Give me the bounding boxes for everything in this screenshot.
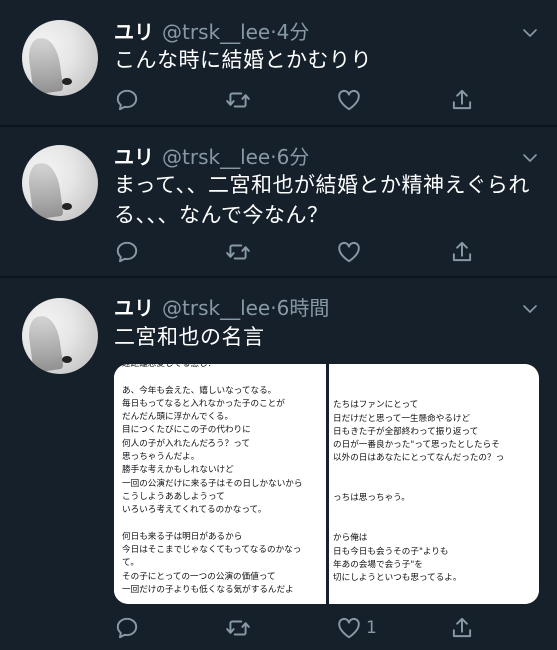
media-left-pane[interactable]: 遠距離恋愛してる感じ？​あ、今年も会えた、嬉しいなってなる。毎日もってなると入れ… <box>114 364 326 598</box>
tweet-header: ユリ @trsk__lee · 6時間 <box>114 292 329 322</box>
media-text-line: から俺は <box>333 533 368 544</box>
tweet-1[interactable]: ユリ @trsk__lee · 4分 こんな時に結婚とかむりり <box>0 0 557 125</box>
reply-icon <box>116 241 138 263</box>
tweet-text-line: こんな時に結婚とかむりり <box>114 48 372 72</box>
tweet-media-image[interactable]: 遠距離恋愛してる感じ？​あ、今年も会えた、嬉しいなってなる。毎日もってなると入れ… <box>114 364 539 604</box>
retweet-button[interactable] <box>225 86 251 114</box>
media-text-line: 勝手な考えかもしれないけど <box>122 465 234 476</box>
tweet-text-line: 二宮和也の名言 <box>114 325 265 349</box>
reply-button[interactable] <box>114 86 140 114</box>
retweet-icon <box>226 244 250 260</box>
media-text-line: 思っちゃうんだよ。 <box>122 452 200 463</box>
media-text-line: 日だけだと思って一生懸命やるけど <box>333 413 471 424</box>
media-text-line: だんだん頭に浮かんでくる。 <box>122 412 234 423</box>
like-button[interactable]: 1 <box>336 614 377 642</box>
media-text-line: ​ <box>122 518 326 531</box>
media-text-line: こうしようああしようって <box>122 491 225 502</box>
media-text-line: ​ <box>333 506 539 519</box>
heart-icon <box>338 617 360 639</box>
reply-button[interactable] <box>114 238 140 266</box>
timestamp[interactable]: 6時間 <box>277 292 330 321</box>
display-name[interactable]: ユリ <box>114 16 154 45</box>
heart-icon <box>338 241 360 263</box>
reply-icon <box>116 89 138 111</box>
display-name[interactable]: ユリ <box>114 141 154 170</box>
media-text-line: 今日はそこまでじゃなくてもってなるのかなっ <box>122 545 302 556</box>
timestamp[interactable]: 6分 <box>277 141 310 170</box>
share-button[interactable] <box>449 614 475 642</box>
reply-button[interactable] <box>114 614 140 642</box>
media-text-line: ​ <box>122 371 326 384</box>
media-text-line: の日が一番良かった"って思ったとしたらそ <box>333 440 500 451</box>
heart-icon <box>338 89 360 111</box>
media-text-line: 年あの会場で会う子"を <box>333 559 423 570</box>
media-text-line: ​ <box>333 585 539 598</box>
avatar[interactable] <box>22 20 98 96</box>
media-text-line: 目につくたびにこの子の代わりに <box>122 425 251 436</box>
share-icon <box>452 617 472 638</box>
media-text-line: いろいろ考えてくれてるのかなって。 <box>122 505 267 516</box>
media-text-line: 毎日もってなると入れなかった子のことが <box>122 398 285 409</box>
media-text-line: ​ <box>333 386 539 399</box>
tweet-text: 二宮和也の名言 <box>114 322 544 352</box>
tweet-actions: 1 <box>114 614 534 642</box>
like-button[interactable] <box>336 238 366 266</box>
media-text-line: 一回だけの子よりも低くなる気がするんだよ <box>122 585 294 596</box>
retweet-icon <box>226 620 250 636</box>
media-text-line: 遠距離恋愛してる感じ？ <box>122 364 217 369</box>
tweet-text: まって、、二宮和也が結婚とか精神えぐられ る、、、なんで今なん？ <box>114 170 544 230</box>
share-icon <box>452 89 472 110</box>
media-text-line: 一回の公演だけに来る子はその日しかないから <box>122 478 303 489</box>
media-text-line: 何日も来る子は明日があるから <box>122 531 243 542</box>
like-count: 1 <box>366 618 377 638</box>
tweet-actions <box>114 238 534 266</box>
avatar[interactable] <box>22 298 98 374</box>
media-text-line: 切にしようといつも思ってるよ。 <box>333 573 462 584</box>
display-name[interactable]: ユリ <box>114 292 154 321</box>
media-text-line: っちは思っちゃう。 <box>333 493 410 504</box>
tweet-text-line: まって、、二宮和也が結婚とか精神えぐられ <box>114 173 530 197</box>
like-button[interactable] <box>336 86 366 114</box>
user-handle[interactable]: @trsk__lee <box>162 145 270 169</box>
media-text-line: その子にとっての一つの公演の価値って <box>122 571 276 582</box>
media-text-line: 以外の日はあなたにとってなんだったの？っ <box>333 453 505 464</box>
media-right-pane[interactable]: ​たちはファンにとって日だけだと思って一生懸命やるけど日もきた子が全部終わって振… <box>329 386 539 604</box>
media-text-line: ​ <box>333 519 539 532</box>
media-text-line: ​ <box>333 479 539 492</box>
timestamp[interactable]: 4分 <box>277 16 310 45</box>
tweet-header: ユリ @trsk__lee · 6分 <box>114 141 309 171</box>
chevron-down-icon[interactable] <box>521 300 539 318</box>
tweet-text: こんな時に結婚とかむりり <box>114 45 544 75</box>
chevron-down-icon[interactable] <box>521 149 539 167</box>
share-button[interactable] <box>449 238 475 266</box>
share-icon <box>452 241 472 262</box>
retweet-button[interactable] <box>225 614 251 642</box>
tweet-2[interactable]: ユリ @trsk__lee · 6分 まって、、二宮和也が結婚とか精神えぐられ … <box>0 127 557 275</box>
media-text-line: 何人の子が入れたんだろう？って <box>122 438 250 449</box>
tweet-header: ユリ @trsk__lee · 4分 <box>114 16 309 46</box>
avatar[interactable] <box>22 145 98 221</box>
media-text-line: ​ <box>333 599 539 604</box>
media-text-line: て。 <box>122 558 139 569</box>
retweet-icon <box>226 92 250 108</box>
media-text-line: 日もきた子が全部終わって振り返って <box>333 426 479 437</box>
tweet-text-line: る、、、なんで今なん？ <box>114 203 329 227</box>
media-text-line: あ、今年も会えた、嬉しいなってなる。 <box>122 385 277 396</box>
reply-icon <box>116 617 138 639</box>
chevron-down-icon[interactable] <box>521 24 539 42</box>
tweet-actions <box>114 86 534 114</box>
share-button[interactable] <box>449 86 475 114</box>
user-handle[interactable]: @trsk__lee <box>162 296 270 320</box>
media-text-line: 日も今日も会うその子"よりも <box>333 546 449 557</box>
media-text-line: たちはファンにとって <box>333 400 419 411</box>
retweet-button[interactable] <box>225 238 251 266</box>
media-text-line: ​ <box>333 466 539 479</box>
user-handle[interactable]: @trsk__lee <box>162 20 270 44</box>
